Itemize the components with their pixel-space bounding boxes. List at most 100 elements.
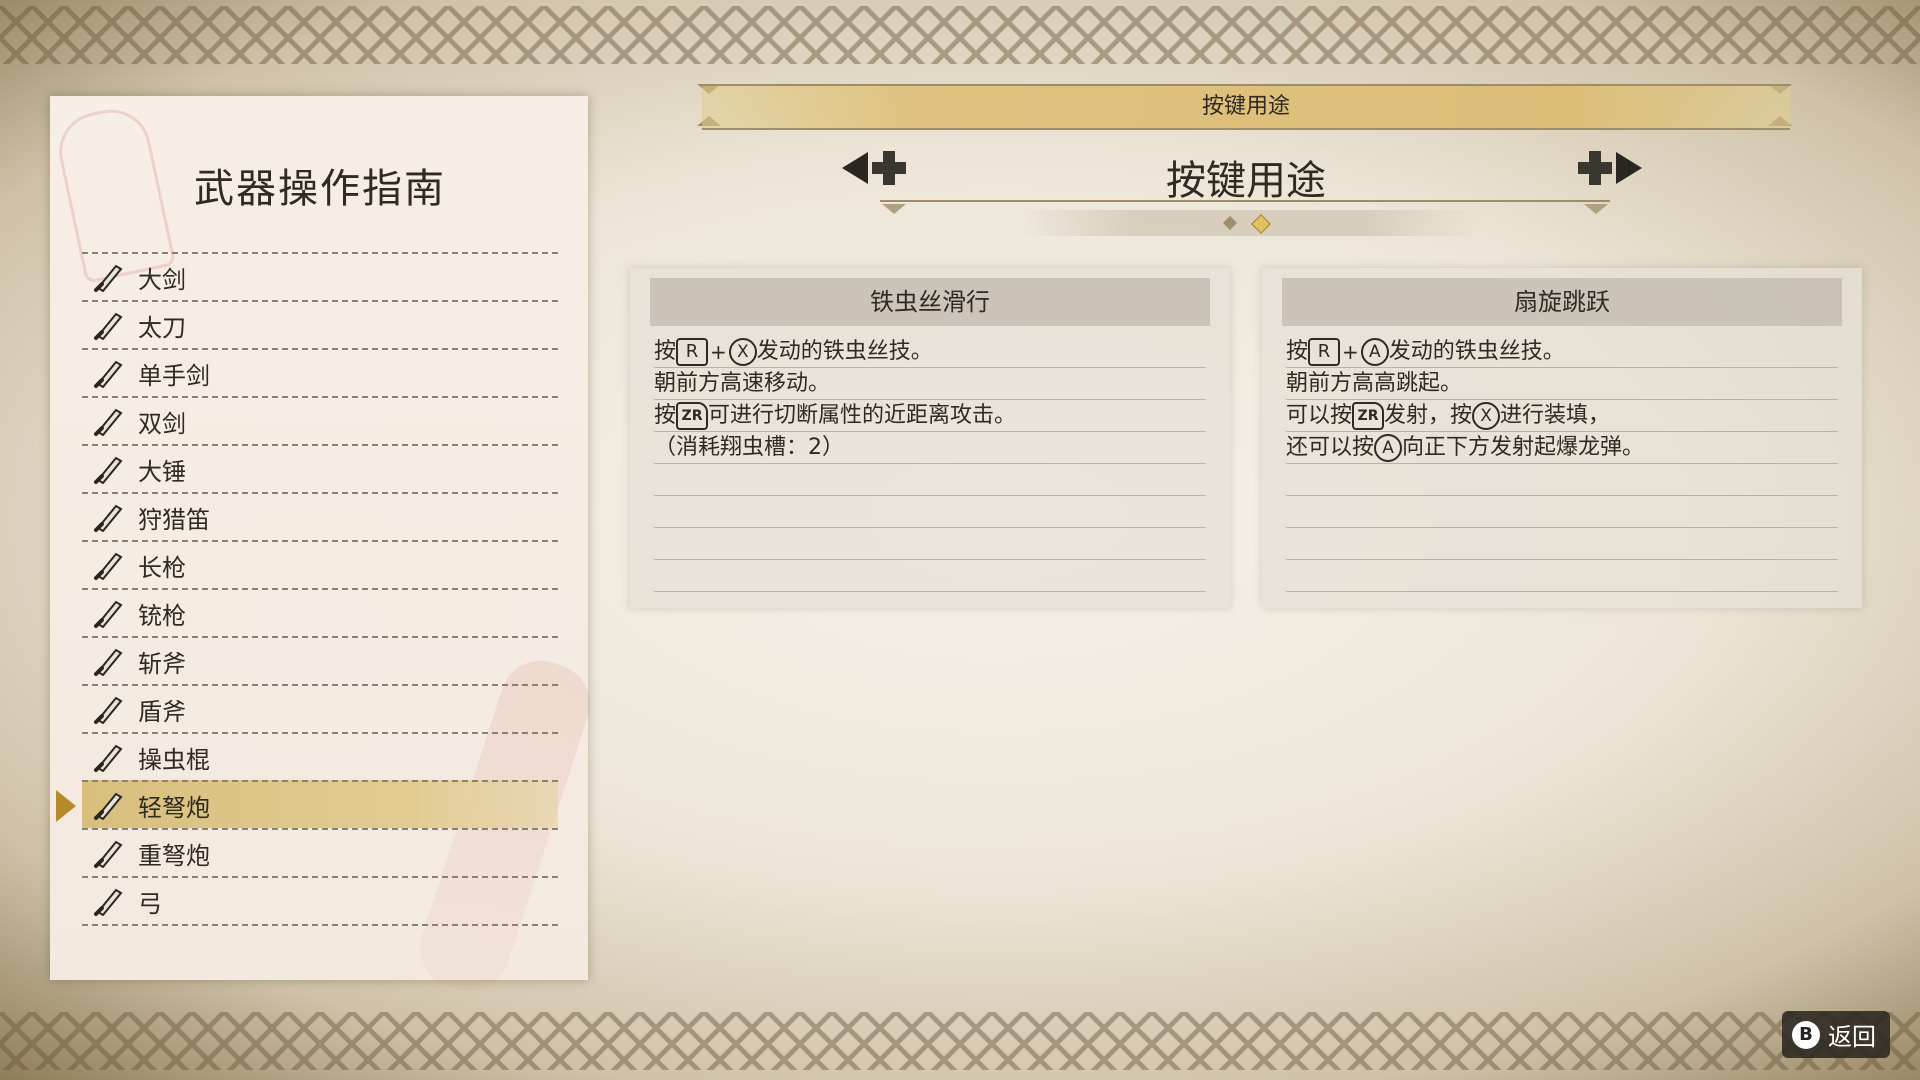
back-button[interactable]: B 返回 (1782, 1011, 1890, 1058)
card-line: 朝前方高速移动。 (654, 368, 1206, 400)
line-text: 按 (1286, 339, 1309, 364)
card-line-empty (654, 528, 1206, 560)
dpad-icon (1578, 151, 1612, 185)
card-line: 按 ZR 可进行切断属性的近距离攻击。 (654, 400, 1206, 432)
card-line-empty (654, 464, 1206, 496)
card-line-empty (1286, 560, 1838, 592)
weapon-item[interactable]: 双剑 (82, 396, 558, 444)
weapon-item[interactable]: 长枪 (82, 540, 558, 588)
line-text: 发动的铁虫丝技。 (1388, 339, 1565, 364)
weapon-label: 操虫棍 (138, 745, 210, 774)
decorative-top-border (0, 6, 1920, 64)
light-bowgun-icon (94, 792, 123, 821)
underline-end-icon (882, 204, 906, 214)
header-bar: 按键用途 (702, 84, 1790, 130)
weapon-label: 双剑 (138, 409, 186, 438)
card-line-empty (1286, 528, 1838, 560)
weapon-item[interactable]: 大剑 (82, 252, 558, 300)
charge-blade-icon (94, 696, 123, 725)
card-line-empty (1286, 464, 1838, 496)
section-title: 按键用途 (1166, 158, 1326, 204)
r-button-icon: R (676, 338, 709, 366)
weapon-item[interactable]: 太刀 (82, 300, 558, 348)
weapon-item[interactable]: 单手剑 (82, 348, 558, 396)
line-text: 发动的铁虫丝技。 (756, 339, 933, 364)
card-line: 按 R + A 发动的铁虫丝技。 (1286, 336, 1838, 368)
line-text: 朝前方高速移动。 (654, 371, 831, 396)
card-title: 铁虫丝滑行 (650, 278, 1210, 326)
line-text: 朝前方高高跳起。 (1286, 371, 1463, 396)
line-text: 按 (654, 403, 677, 428)
weapon-label: 盾斧 (138, 697, 186, 726)
line-text: 向正下方发射起爆龙弹。 (1402, 435, 1645, 460)
panel-title: 武器操作指南 (194, 166, 446, 212)
insect-glaive-icon (94, 744, 123, 773)
weapon-label: 斩斧 (138, 649, 186, 678)
weapon-label: 大锤 (138, 457, 186, 486)
card-line: 可以按 ZR 发射，按 X 进行装填， (1286, 400, 1838, 432)
line-text: 可进行切断属性的近距离攻击。 (708, 403, 1017, 428)
weapon-label: 铳枪 (138, 601, 186, 630)
next-page-button[interactable] (1578, 148, 1642, 188)
hammer-icon (94, 456, 123, 485)
line-text: 进行装填， (1500, 403, 1611, 428)
page-indicator-band (1020, 210, 1480, 236)
gunlance-icon (94, 600, 123, 629)
zr-button-icon: ZR (1352, 402, 1385, 430)
card-line: 朝前方高高跳起。 (1286, 368, 1838, 400)
line-text: （消耗翔虫槽：2） (654, 435, 844, 460)
card-line-empty (1286, 496, 1838, 528)
weapon-item[interactable]: 盾斧 (82, 684, 558, 732)
plus-sign: + (1342, 339, 1359, 364)
selection-cursor-icon (56, 790, 76, 822)
dpad-icon (872, 151, 906, 185)
r-button-icon: R (1308, 338, 1341, 366)
back-label: 返回 (1828, 1023, 1876, 1051)
decorative-bottom-border (0, 1012, 1920, 1070)
heavy-bowgun-icon (94, 840, 123, 869)
weapon-item[interactable]: 操虫棍 (82, 732, 558, 780)
card-line: 还可以按 A 向正下方发射起爆龙弹。 (1286, 432, 1838, 464)
left-arrow-icon (842, 152, 868, 184)
sword-and-shield-icon (94, 360, 123, 389)
weapon-label: 弓 (138, 889, 162, 918)
weapon-item[interactable]: 铳枪 (82, 588, 558, 636)
long-sword-icon (94, 312, 123, 341)
weapon-item[interactable]: 斩斧 (82, 636, 558, 684)
b-button-icon: B (1792, 1020, 1820, 1049)
weapon-item[interactable]: 弓 (82, 876, 558, 926)
line-text: 发射，按 (1384, 403, 1473, 428)
wirebug-card-right: 扇旋跳跃 按 R + A 发动的铁虫丝技。 朝前方高高跳起。 可以按 ZR 发射，按 X 进行装… (1262, 268, 1862, 608)
bow-icon (94, 888, 123, 917)
line-text: 可以按 (1286, 403, 1353, 428)
weapon-item[interactable]: 大锤 (82, 444, 558, 492)
weapon-label: 狩猎笛 (138, 505, 210, 534)
weapon-label: 轻弩炮 (138, 793, 210, 822)
line-text: 还可以按 (1286, 435, 1375, 460)
weapon-list: 大剑 太刀单手剑双剑大锤狩猎笛长枪铳枪斩斧盾斧操虫棍轻弩炮重弩炮弓 (82, 252, 558, 926)
hunting-horn-icon (94, 504, 123, 533)
line-text: 按 (654, 339, 677, 364)
card-line: 按 R + X 发动的铁虫丝技。 (654, 336, 1206, 368)
underline-end-icon (1584, 204, 1608, 214)
x-button-icon: X (1472, 402, 1501, 430)
plus-sign: + (710, 339, 727, 364)
card-line-empty (654, 560, 1206, 592)
weapon-label: 单手剑 (138, 361, 210, 390)
weapon-label: 重弩炮 (138, 841, 210, 870)
weapon-item[interactable]: 重弩炮 (82, 828, 558, 876)
card-title: 扇旋跳跃 (1282, 278, 1842, 326)
great-sword-icon (94, 264, 123, 293)
a-button-icon: A (1374, 434, 1403, 462)
title-underline (880, 200, 1610, 202)
wirebug-card-left: 铁虫丝滑行 按 R + X 发动的铁虫丝技。 朝前方高速移动。 按 ZR 可进行切断属性的近… (630, 268, 1230, 608)
weapon-item-selected[interactable]: 轻弩炮 (82, 780, 558, 828)
lance-icon (94, 552, 123, 581)
prev-page-button[interactable] (842, 148, 906, 188)
right-arrow-icon (1616, 152, 1642, 184)
weapon-item[interactable]: 狩猎笛 (82, 492, 558, 540)
card-line: （消耗翔虫槽：2） (654, 432, 1206, 464)
x-button-icon: X (728, 338, 757, 366)
a-button-icon: A (1360, 338, 1389, 366)
weapon-label: 长枪 (138, 553, 186, 582)
